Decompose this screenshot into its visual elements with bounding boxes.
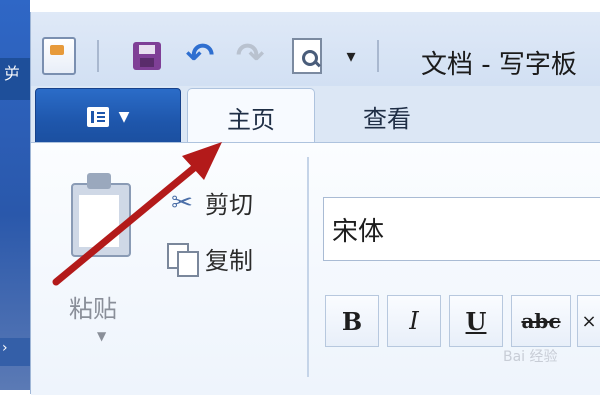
font-family-select[interactable]: 宋体	[323, 197, 600, 261]
title-bar: ↶ ↷ ▾ 文档 - 写字板	[31, 12, 600, 86]
bold-button[interactable]: B	[325, 295, 379, 347]
redo-icon[interactable]: ↷	[229, 36, 271, 76]
ribbon-group-divider	[307, 157, 309, 377]
tab-view[interactable]: 查看	[331, 88, 443, 144]
more-format-button[interactable]: ×	[577, 295, 600, 347]
underline-button[interactable]: U	[449, 295, 503, 347]
desktop-arrow-fragment: ›	[2, 340, 8, 356]
print-preview-icon[interactable]	[287, 36, 327, 76]
customize-dropdown-icon[interactable]: ▾	[337, 36, 365, 76]
strikethrough-button[interactable]: abc	[511, 295, 571, 347]
cut-label: 剪切	[205, 191, 253, 219]
desktop-label-fragment: 屰	[4, 64, 21, 83]
cut-button[interactable]: ✂ 剪切	[167, 185, 253, 220]
toolbar-separator	[377, 40, 379, 72]
app-menu-icon	[86, 107, 109, 127]
save-icon[interactable]	[127, 36, 167, 76]
app-menu-button[interactable]: ▼	[35, 88, 181, 146]
tab-home[interactable]: 主页	[187, 88, 315, 145]
window-title: 文档 - 写字板	[421, 50, 577, 80]
italic-button[interactable]: I	[387, 295, 441, 347]
chevron-down-icon: ▼	[118, 109, 130, 125]
undo-icon[interactable]: ↶	[179, 36, 221, 76]
toolbar-separator	[97, 40, 99, 72]
copy-label: 复制	[205, 247, 253, 275]
scissors-icon: ✂	[171, 187, 193, 218]
paste-icon[interactable]	[71, 173, 131, 257]
paste-dropdown-icon[interactable]: ▼	[97, 329, 106, 343]
screenshot-frame: 屰 › ↶ ↷ ▾ 文档 - 写字板 ▼ 主页 查看 粘贴 ▼ ✂ 剪切 复制 …	[0, 0, 600, 400]
desktop-background: 屰 ›	[0, 0, 30, 390]
paste-button[interactable]: 粘贴	[69, 289, 117, 324]
copy-button[interactable]: 复制	[167, 241, 253, 277]
copy-icon	[167, 242, 199, 277]
document-icon[interactable]	[39, 36, 79, 76]
wordpad-window: ↶ ↷ ▾ 文档 - 写字板 ▼ 主页 查看 粘贴 ▼ ✂ 剪切 复制 宋体 B…	[30, 12, 600, 395]
watermark: Bai 经验	[503, 349, 558, 365]
